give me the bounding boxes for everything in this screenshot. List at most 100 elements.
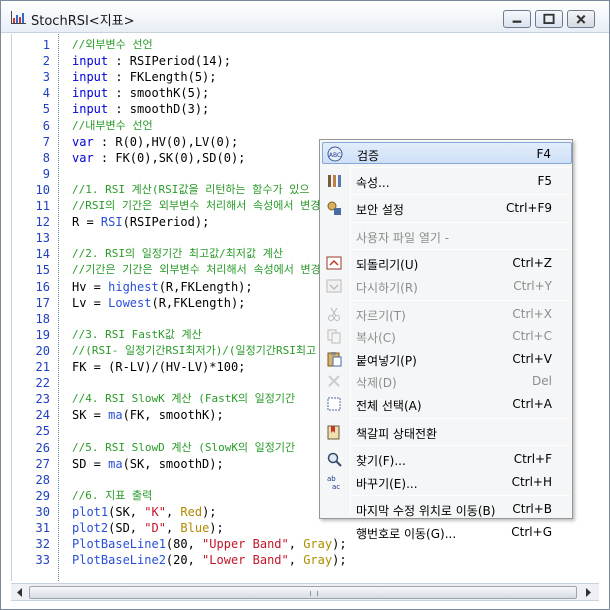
code-token: (RSIPeriod); [122, 215, 210, 230]
code-token: : RSIPeriod(14); [108, 54, 231, 69]
code-line[interactable]: Lv = Lowest(R,FKLength); [72, 295, 245, 311]
code-token: input [72, 86, 109, 101]
code-token: highest [108, 279, 159, 294]
code-line[interactable]: var : FK(0),SK(0),SD(0); [72, 150, 245, 166]
code-line[interactable]: FK = (R-LV)/(HV-LV)*100; [72, 359, 245, 375]
code-line[interactable]: PlotBaseLine1(80, "Upper Band", Gray); [72, 536, 347, 552]
delete-icon [328, 375, 340, 388]
code-line[interactable]: input : RSIPeriod(14); [72, 53, 231, 69]
menu-separator [352, 445, 570, 447]
menu-item-label: 바꾸기(E)... [356, 476, 418, 491]
code-token: Blue [180, 521, 210, 535]
menu-item-properties[interactable]: 속성... F5 [322, 170, 572, 192]
menu-separator [352, 417, 570, 419]
code-comment-line[interactable]: //기간은 기간은 외부변수 처리해서 속성에서 변경가 [72, 262, 331, 278]
code-comment-line[interactable]: //내부변수 선언 [72, 118, 153, 134]
code-token: , [165, 504, 181, 519]
menu-item-shortcut: Ctrl+V [512, 351, 552, 366]
code-line[interactable]: var : R(0),HV(0),LV(0); [72, 134, 238, 150]
menu-item-shortcut: Ctrl+F9 [506, 201, 552, 216]
context-menu: ABC 검증 F4 속성... F5 보안 설정 Ctrl+F9 사용자 파일 열기 - 되돌리… [319, 139, 573, 541]
code-token: (R,FKLength); [158, 279, 253, 294]
code-line[interactable]: plot2(SD, "D", Blue); [72, 520, 224, 536]
menu-item-label: 복사(C) [356, 331, 396, 346]
code-line[interactable]: plot1(SK, "K", Red); [72, 504, 217, 520]
menu-item-paste[interactable]: 붙여넣기(P) Ctrl+V [322, 348, 572, 370]
menu-separator [352, 249, 570, 251]
menu-item-shortcut: Ctrl+H [511, 474, 552, 489]
properties-icon [328, 174, 341, 187]
line-number: 19 [35, 327, 50, 342]
menu-item-shortcut: Ctrl+X [512, 306, 552, 321]
code-token: (R,FKLength); [151, 295, 246, 310]
line-number: 1 [42, 38, 50, 52]
code-comment-line[interactable]: //1. RSI 계산(RSI값을 리턴하는 함수가 있으 [72, 182, 310, 198]
menu-item-shortcut: Ctrl+C [512, 329, 552, 344]
code-line[interactable]: SK = ma(FK, smoothK); [72, 407, 224, 423]
code-comment-line[interactable]: //3. RSI FastK값 계산 [72, 327, 202, 343]
select-all-icon [327, 397, 341, 411]
horizontal-scrollbar[interactable] [11, 583, 599, 601]
menu-item-copy: 복사(C) Ctrl+C [322, 325, 572, 347]
editor-window: StochRSI<지표> 1 2 3 4 5 6 7 8 9 10 11 12 13 14 15 16 17 18… [0, 0, 610, 610]
scrollbar-thumb[interactable] [29, 586, 577, 599]
code-line[interactable]: Hv = highest(R,FKLength); [72, 279, 253, 295]
menu-separator [352, 495, 570, 497]
minimize-button[interactable] [503, 10, 531, 28]
code-token: : smoothD(3); [108, 102, 210, 117]
code-token: (SD, [108, 521, 145, 535]
code-line[interactable]: R = RSI(RSIPeriod); [72, 214, 209, 230]
line-number: 5 [42, 102, 50, 117]
code-line[interactable]: PlotBaseLine2(20, "Lower Band", Gray); [72, 552, 347, 568]
line-number: 13 [35, 231, 50, 246]
line-number: 20 [35, 343, 50, 358]
maximize-button[interactable] [535, 10, 563, 28]
undo-icon [326, 256, 342, 270]
code-token: Gray [303, 553, 333, 568]
menu-item-replace[interactable]: ab ac 바꾸기(E)... Ctrl+H [322, 471, 572, 493]
menu-item-label: 책갈피 상태전환 [356, 426, 438, 441]
code-line[interactable]: input : smoothK(5); [72, 85, 209, 101]
menu-item-item-22[interactable]: 마지막 수정 위치로 이동(B) Ctrl+B [322, 498, 572, 520]
line-number: 18 [35, 311, 50, 326]
menu-item-item-23[interactable]: 행번호로 이동(G)... Ctrl+G [322, 521, 572, 543]
close-button[interactable] [567, 10, 595, 28]
code-line[interactable]: input : smoothD(3); [72, 101, 209, 117]
menu-item-shortcut: F4 [536, 147, 551, 161]
menu-item-undo[interactable]: 되돌리기(U) Ctrl+Z [322, 252, 572, 274]
cut-icon [328, 307, 340, 321]
menu-item-bookmark[interactable]: 책갈피 상태전환 [322, 421, 572, 443]
code-comment-line[interactable]: //RSI의 기간은 외부변수 처리해서 속성에서 변경가 [72, 198, 331, 214]
line-number: 3 [42, 70, 50, 85]
code-comment-line[interactable]: //6. 지표 출력 [72, 488, 152, 504]
code-token: (80, [165, 537, 203, 552]
menu-item-find[interactable]: 찾기(F)... Ctrl+F [322, 448, 572, 470]
menu-item-label: 보안 설정 [356, 203, 404, 218]
close-icon [576, 14, 586, 24]
menu-item-verify[interactable]: ABC 검증 F4 [322, 142, 572, 164]
menu-separator [352, 194, 570, 196]
code-token: input [72, 70, 109, 85]
menu-item-shortcut: Ctrl+Z [512, 256, 552, 271]
code-token: , [288, 537, 304, 552]
scroll-left-arrow-icon[interactable] [12, 585, 28, 600]
code-comment-line[interactable]: //(RSI- 일정기간RSI최저가)/(일정기간RSI최고 [72, 343, 316, 359]
code-comment-line[interactable]: //외부변수 선언 [72, 37, 153, 53]
code-token: : smoothK(5); [108, 86, 210, 101]
title-bar[interactable]: StochRSI<지표> [1, 1, 609, 33]
scroll-right-arrow-icon[interactable] [580, 585, 596, 600]
code-token: ); [202, 504, 217, 519]
code-comment-line[interactable]: //4. RSI SlowK 계산 (FastK의 일정기간 [72, 391, 295, 407]
code-token: Lowest [108, 295, 152, 310]
code-line[interactable]: SD = ma(SK, smoothD); [72, 456, 224, 472]
code-line[interactable]: input : FKLength(5); [72, 69, 217, 85]
code-token: ma [108, 456, 123, 471]
menu-item-redo: 다시하기(R) Ctrl+Y [322, 275, 572, 297]
code-comment-line[interactable]: //2. RSI의 일정기간 최고값/최저값 계산 [72, 246, 283, 262]
menu-item-security[interactable]: 보안 설정 Ctrl+F9 [322, 197, 572, 219]
line-number: 27 [35, 456, 50, 471]
menu-item-select-all[interactable]: 전체 선택(A) Ctrl+A [322, 393, 572, 415]
svg-text:ab: ab [327, 475, 336, 483]
copy-icon [327, 329, 341, 344]
code-comment-line[interactable]: //5. RSI SlowD 계산 (SlowK의 일정기간 [72, 440, 295, 456]
